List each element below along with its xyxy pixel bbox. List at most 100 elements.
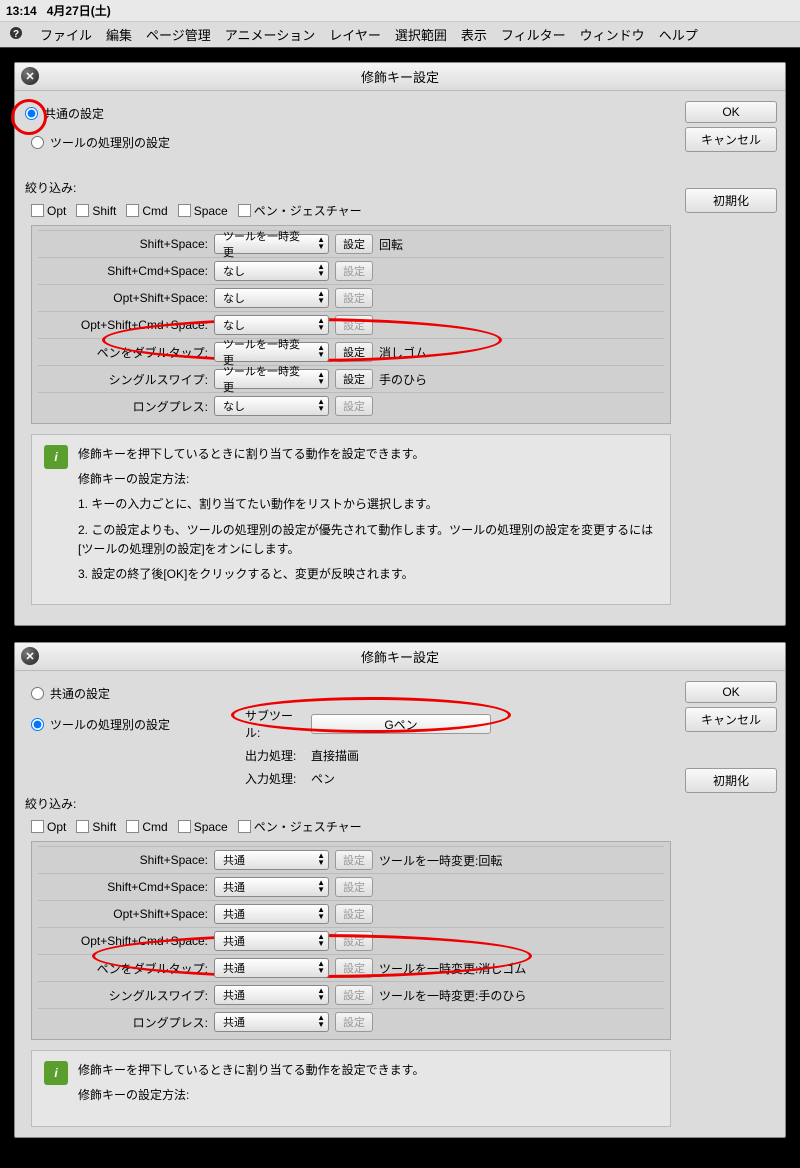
radio-per-tool-settings[interactable]: ツールの処理別の設定 [31, 134, 677, 151]
row-select[interactable]: 共通▲▼ [214, 850, 329, 870]
bindings-grid: Shift+Space: ツールを一時変更▲▼ 設定 回転 Shift+Cmd+… [31, 225, 671, 424]
row-setting-button: 設定 [335, 958, 373, 978]
radio-common-settings[interactable]: 共通の設定 [25, 105, 677, 122]
grid-row: ペンをダブルタップ: 共通▲▼ 設定 ツールを一時変更:消しゴム [38, 954, 664, 981]
filter-pen-gesture[interactable]: ペン・ジェスチャー [238, 202, 362, 219]
row-setting-button: 設定 [335, 850, 373, 870]
row-select[interactable]: ツールを一時変更▲▼ [214, 234, 329, 254]
row-setting-button: 設定 [335, 315, 373, 335]
row-rest: 回転 [379, 236, 403, 253]
menu-item[interactable]: ウィンドウ [580, 25, 645, 44]
filter-label: 絞り込み: [25, 795, 677, 812]
menu-item[interactable]: ファイル [40, 25, 92, 44]
info-text-line: 2. この設定よりも、ツールの処理別の設定が優先されて動作します。ツールの処理別… [78, 521, 658, 559]
output-label: 出力処理: [245, 747, 305, 764]
row-setting-button: 設定 [335, 288, 373, 308]
row-setting-button[interactable]: 設定 [335, 342, 373, 362]
info-text-line: 3. 設定の終了後[OK]をクリックすると、変更が反映されます。 [78, 565, 658, 584]
row-label: ロングプレス: [38, 1014, 208, 1031]
modifier-key-dialog-2: ✕ 修飾キー設定 共通の設定 ツールの処理別の設定 サブツール: Gペン [14, 642, 786, 1137]
filter-opt[interactable]: Opt [31, 820, 66, 834]
row-setting-button: 設定 [335, 1012, 373, 1032]
radio-input[interactable] [31, 687, 44, 700]
row-setting-button[interactable]: 設定 [335, 234, 373, 254]
row-rest: ツールを一時変更:手のひら [379, 987, 526, 1004]
info-panel: i 修飾キーを押下しているときに割り当てる動作を設定できます。 修飾キーの設定方… [31, 434, 671, 605]
filter-label: 絞り込み: [25, 179, 677, 196]
filter-cmd[interactable]: Cmd [126, 820, 167, 834]
filter-shift[interactable]: Shift [76, 204, 116, 218]
reset-button[interactable]: 初期化 [685, 188, 777, 213]
row-select[interactable]: 共通▲▼ [214, 931, 329, 951]
subtool-label: サブツール: [245, 707, 305, 741]
row-select[interactable]: 共通▲▼ [214, 904, 329, 924]
row-select[interactable]: なし▲▼ [214, 315, 329, 335]
row-label: ロングプレス: [38, 398, 208, 415]
filter-opt[interactable]: Opt [31, 204, 66, 218]
menu-item[interactable]: 表示 [461, 25, 487, 44]
reset-button[interactable]: 初期化 [685, 768, 777, 793]
grid-row: Opt+Shift+Cmd+Space: 共通▲▼ 設定 [38, 927, 664, 954]
filter-shift[interactable]: Shift [76, 820, 116, 834]
filter-space[interactable]: Space [178, 820, 228, 834]
grid-row: Shift+Space: 共通▲▼ 設定 ツールを一時変更:回転 [38, 846, 664, 873]
radio-input[interactable] [25, 107, 38, 120]
filter-space[interactable]: Space [178, 204, 228, 218]
row-label: シングルスワイプ: [38, 371, 208, 388]
row-select[interactable]: なし▲▼ [214, 288, 329, 308]
menu-item[interactable]: ページ管理 [146, 25, 211, 44]
row-label: ペンをダブルタップ: [38, 960, 208, 977]
cancel-button[interactable]: キャンセル [685, 707, 777, 732]
info-text-line: 修飾キーの設定方法: [78, 470, 658, 489]
row-setting-button: 設定 [335, 931, 373, 951]
row-select[interactable]: なし▲▼ [214, 261, 329, 281]
ok-button[interactable]: OK [685, 101, 777, 123]
info-icon: i [44, 1061, 68, 1085]
row-select[interactable]: なし▲▼ [214, 396, 329, 416]
row-setting-button[interactable]: 設定 [335, 369, 373, 389]
bindings-grid: Shift+Space: 共通▲▼ 設定 ツールを一時変更:回転 Shift+C… [31, 841, 671, 1040]
radio-common-settings[interactable]: 共通の設定 [31, 685, 677, 702]
radio-input[interactable] [31, 718, 44, 731]
grid-row: シングルスワイプ: ツールを一時変更▲▼ 設定 手のひら [38, 365, 664, 392]
row-select[interactable]: ツールを一時変更▲▼ [214, 342, 329, 362]
app-icon[interactable]: ? [6, 25, 26, 41]
close-icon[interactable]: ✕ [21, 67, 39, 85]
row-setting-button: 設定 [335, 261, 373, 281]
grid-row: Shift+Cmd+Space: なし▲▼ 設定 [38, 257, 664, 284]
close-icon[interactable]: ✕ [21, 647, 39, 665]
subtool-field[interactable]: Gペン [311, 714, 491, 734]
row-select[interactable]: 共通▲▼ [214, 985, 329, 1005]
menu-item[interactable]: アニメーション [225, 25, 315, 44]
status-time: 13:14 [6, 4, 37, 18]
filter-cmd[interactable]: Cmd [126, 204, 167, 218]
row-select[interactable]: ツールを一時変更▲▼ [214, 369, 329, 389]
menu-item[interactable]: フィルター [501, 25, 566, 44]
row-rest: ツールを一時変更:消しゴム [379, 960, 526, 977]
row-select[interactable]: 共通▲▼ [214, 877, 329, 897]
grid-row: ロングプレス: なし▲▼ 設定 [38, 392, 664, 419]
menu-item[interactable]: 選択範囲 [395, 25, 447, 44]
menu-item[interactable]: ヘルプ [659, 25, 698, 44]
cancel-button[interactable]: キャンセル [685, 127, 777, 152]
row-rest: 手のひら [379, 371, 427, 388]
row-rest: 消しゴム [379, 344, 427, 361]
dialog-title: 修飾キー設定 [361, 70, 439, 85]
grid-row: Opt+Shift+Space: 共通▲▼ 設定 [38, 900, 664, 927]
menu-item[interactable]: 編集 [106, 25, 132, 44]
row-label: Opt+Shift+Cmd+Space: [38, 934, 208, 948]
radio-label: ツールの処理別の設定 [50, 716, 170, 733]
radio-input[interactable] [31, 136, 44, 149]
row-label: Shift+Space: [38, 237, 208, 251]
content-area: ✕ 修飾キー設定 共通の設定 ツールの処理別の設定 絞り込み: Opt Shif… [0, 48, 800, 1168]
row-select[interactable]: 共通▲▼ [214, 958, 329, 978]
row-setting-button: 設定 [335, 877, 373, 897]
input-label: 入力処理: [245, 770, 305, 787]
menu-item[interactable]: レイヤー [329, 25, 381, 44]
ok-button[interactable]: OK [685, 681, 777, 703]
menubar: ? ファイル 編集 ページ管理 アニメーション レイヤー 選択範囲 表示 フィル… [0, 22, 800, 48]
grid-row: Opt+Shift+Space: なし▲▼ 設定 [38, 284, 664, 311]
row-label: ペンをダブルタップ: [38, 344, 208, 361]
filter-pen-gesture[interactable]: ペン・ジェスチャー [238, 818, 362, 835]
row-select[interactable]: 共通▲▼ [214, 1012, 329, 1032]
